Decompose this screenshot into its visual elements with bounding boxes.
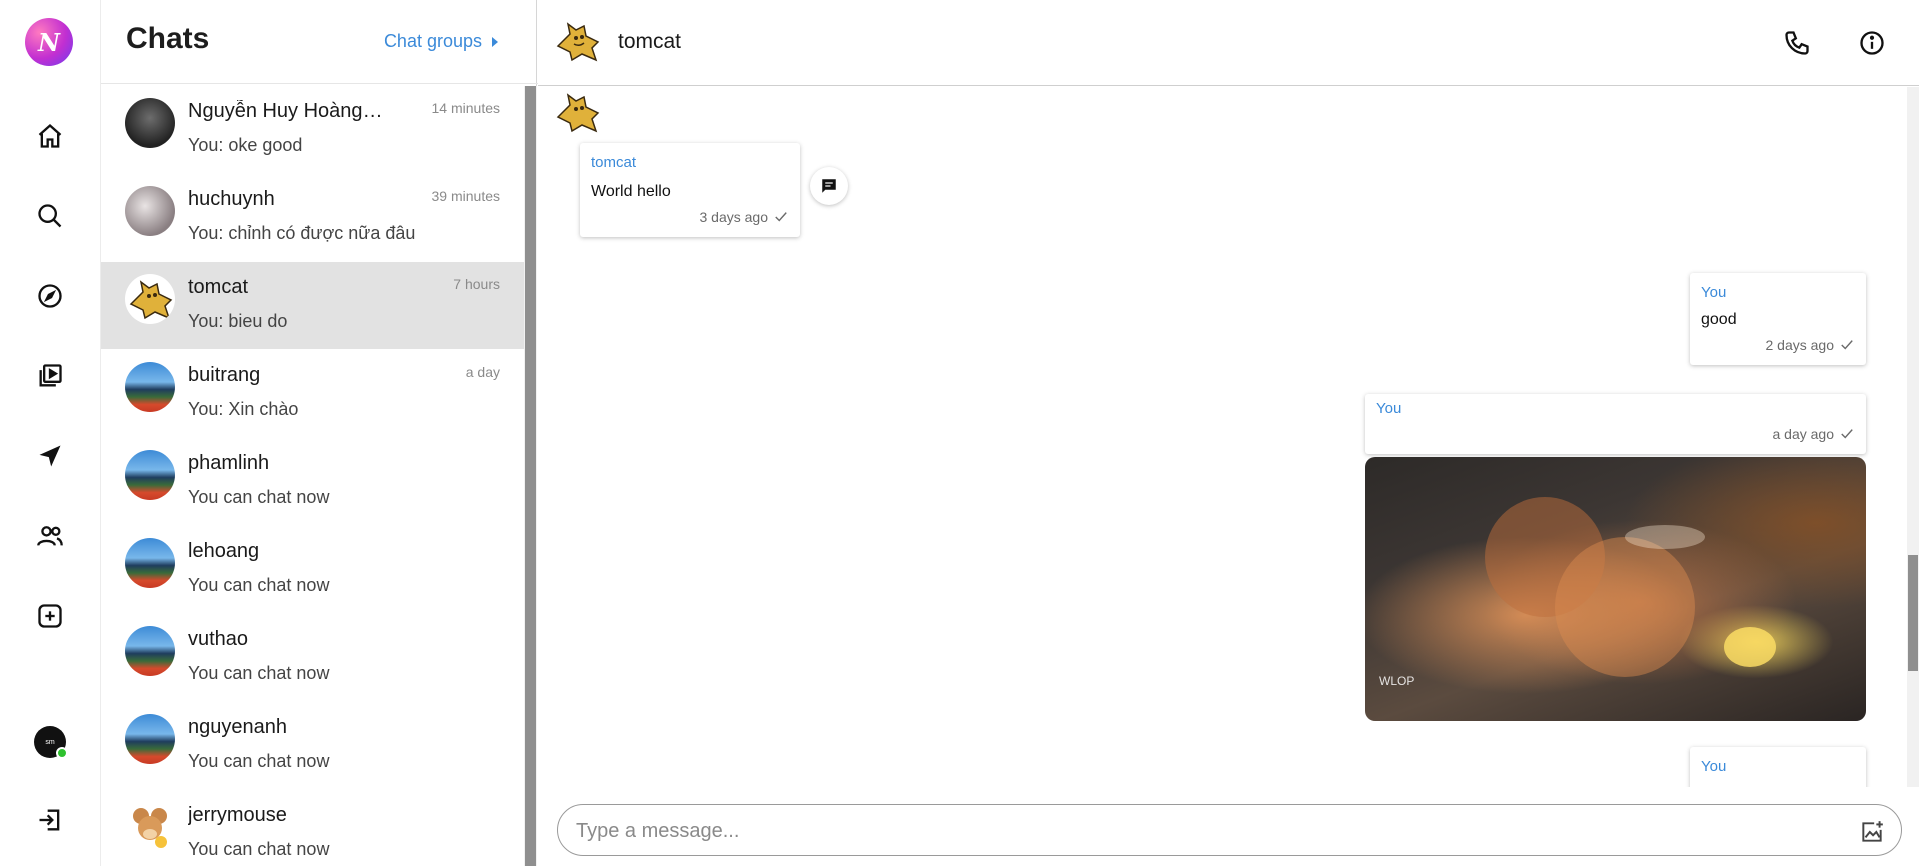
chat-name: phamlinh bbox=[188, 452, 270, 474]
phone-icon bbox=[1785, 31, 1809, 55]
chat-preview: You can chat now bbox=[188, 487, 330, 507]
image-watermark: WLOP bbox=[1379, 674, 1414, 688]
avatar bbox=[125, 538, 175, 588]
message-bubble-outgoing[interactable]: You good 2 days ago bbox=[1690, 273, 1866, 365]
chat-preview: You can chat now bbox=[188, 751, 330, 771]
chat-list-item[interactable]: tomcat 7 hours You: bieu do bbox=[101, 262, 524, 349]
avatar bbox=[125, 274, 175, 324]
people-icon[interactable] bbox=[30, 516, 70, 556]
chat-preview: You can chat now bbox=[188, 839, 330, 859]
sent-check-icon bbox=[1841, 429, 1853, 439]
chat-list-header: Chats Chat groups bbox=[101, 0, 538, 84]
chat-time: a day bbox=[465, 364, 500, 380]
avatar bbox=[125, 802, 175, 852]
tomcat-avatar[interactable] bbox=[552, 16, 604, 68]
message-scroll-thumb[interactable] bbox=[1908, 555, 1918, 671]
chat-list-panel: Chats Chat groups Nguyễn Huy Hoàng@tn… 14… bbox=[100, 0, 538, 866]
avatar bbox=[125, 98, 175, 148]
phone-call-button[interactable] bbox=[1780, 26, 1814, 60]
message-meta: 3 days ago bbox=[700, 209, 789, 225]
avatar bbox=[125, 186, 175, 236]
avatar bbox=[125, 626, 175, 676]
chat-list-item[interactable]: phamlinh You can chat now bbox=[101, 438, 524, 525]
chat-groups-link[interactable]: Chat groups bbox=[384, 31, 498, 52]
message-bubble-outgoing-image[interactable]: You a day ago bbox=[1365, 394, 1866, 454]
chat-list-scroll-thumb[interactable] bbox=[525, 86, 536, 866]
message-sender: You bbox=[1701, 758, 1727, 775]
nav-rail: N sm bbox=[0, 0, 100, 866]
chat-name: lehoang bbox=[188, 540, 260, 562]
add-box-icon[interactable] bbox=[30, 596, 70, 636]
message-time: 3 days ago bbox=[699, 209, 769, 225]
app-logo[interactable]: N bbox=[25, 18, 73, 66]
message-composer bbox=[557, 804, 1902, 856]
home-icon[interactable] bbox=[30, 116, 70, 156]
conversation-title: tomcat bbox=[618, 30, 682, 53]
message-meta: 2 days ago bbox=[1766, 337, 1855, 353]
chat-preview: You can chat now bbox=[188, 575, 330, 595]
add-photo-icon bbox=[1862, 821, 1883, 842]
message-sender: You bbox=[1376, 400, 1402, 417]
chat-list-item[interactable]: nguyenanh You can chat now bbox=[101, 702, 524, 789]
comment-icon bbox=[822, 179, 836, 193]
chat-list-item[interactable]: lehoang You can chat now bbox=[101, 526, 524, 613]
chat-preview: You can chat now bbox=[188, 663, 330, 683]
avatar bbox=[125, 450, 175, 500]
chat-preview: You: oke good bbox=[188, 135, 303, 155]
chat-preview: You: bieu do bbox=[188, 311, 288, 331]
message-text: World hello bbox=[591, 183, 671, 200]
chat-time: 39 minutes bbox=[431, 188, 500, 204]
message-time: a day ago bbox=[1772, 426, 1835, 442]
attach-image-button[interactable] bbox=[1857, 817, 1887, 847]
conversation-header: tomcat bbox=[538, 0, 1919, 86]
chat-preview: You: Xin chào bbox=[188, 399, 299, 419]
info-icon bbox=[1860, 31, 1884, 55]
chat-name: tomcat bbox=[188, 276, 249, 298]
chat-time: 7 hours bbox=[453, 276, 500, 292]
message-sender: tomcat bbox=[591, 154, 637, 171]
compass-icon[interactable] bbox=[30, 276, 70, 316]
message-list: tomcat World hello 3 days ago You good 2… bbox=[538, 87, 1919, 787]
message-input[interactable] bbox=[576, 817, 1806, 845]
send-icon[interactable] bbox=[30, 436, 70, 476]
image-attachment[interactable]: WLOP bbox=[1365, 457, 1866, 721]
chat-time: 14 minutes bbox=[431, 100, 500, 116]
chat-list-item[interactable]: vuthao You can chat now bbox=[101, 614, 524, 701]
image-content: WLOP bbox=[1379, 497, 1776, 688]
chat-name: buitrang bbox=[188, 364, 261, 386]
message-time: 2 days ago bbox=[1765, 337, 1835, 353]
chat-name: huchuynh bbox=[188, 188, 275, 210]
chevron-right-icon bbox=[492, 36, 498, 47]
logout-icon[interactable] bbox=[30, 800, 70, 840]
message-sender: You bbox=[1701, 284, 1727, 301]
conversation-panel: tomcat tomcat World hello 3 days ago You… bbox=[538, 0, 1919, 866]
chat-list-item[interactable]: jerrymouse You can chat now bbox=[101, 790, 524, 866]
message-text: good bbox=[1701, 311, 1737, 328]
sent-check-icon bbox=[775, 212, 787, 222]
reply-button[interactable] bbox=[810, 167, 848, 205]
chat-name: Nguyễn Huy Hoàng@tn… bbox=[188, 100, 388, 122]
search-icon[interactable] bbox=[30, 196, 70, 236]
chat-list-item[interactable]: buitrang a day You: Xin chào bbox=[101, 350, 524, 437]
message-meta: a day ago bbox=[1773, 426, 1855, 442]
online-status-dot bbox=[56, 747, 68, 759]
chat-list-item[interactable]: Nguyễn Huy Hoàng@tn… 14 minutes You: oke g… bbox=[101, 86, 524, 173]
chat-list-title: Chats bbox=[126, 22, 210, 55]
chat-name: nguyenanh bbox=[188, 716, 287, 738]
sender-avatar bbox=[552, 89, 604, 135]
info-button[interactable] bbox=[1855, 26, 1889, 60]
avatar bbox=[125, 362, 175, 412]
sent-check-icon bbox=[1841, 340, 1853, 350]
video-library-icon[interactable] bbox=[30, 356, 70, 396]
message-bubble-incoming[interactable]: tomcat World hello 3 days ago bbox=[580, 143, 800, 237]
avatar bbox=[125, 714, 175, 764]
message-scrollbar[interactable] bbox=[1907, 87, 1919, 787]
message-bubble-outgoing[interactable]: You bbox=[1690, 747, 1866, 787]
chat-name: vuthao bbox=[188, 628, 249, 650]
chat-list-item[interactable]: huchuynh 39 minutes You: chỉnh có được nữa… bbox=[101, 174, 524, 261]
chat-name: jerrymouse bbox=[188, 804, 287, 826]
chat-preview: You: chỉnh có được nữa đâu bbox=[188, 223, 416, 243]
